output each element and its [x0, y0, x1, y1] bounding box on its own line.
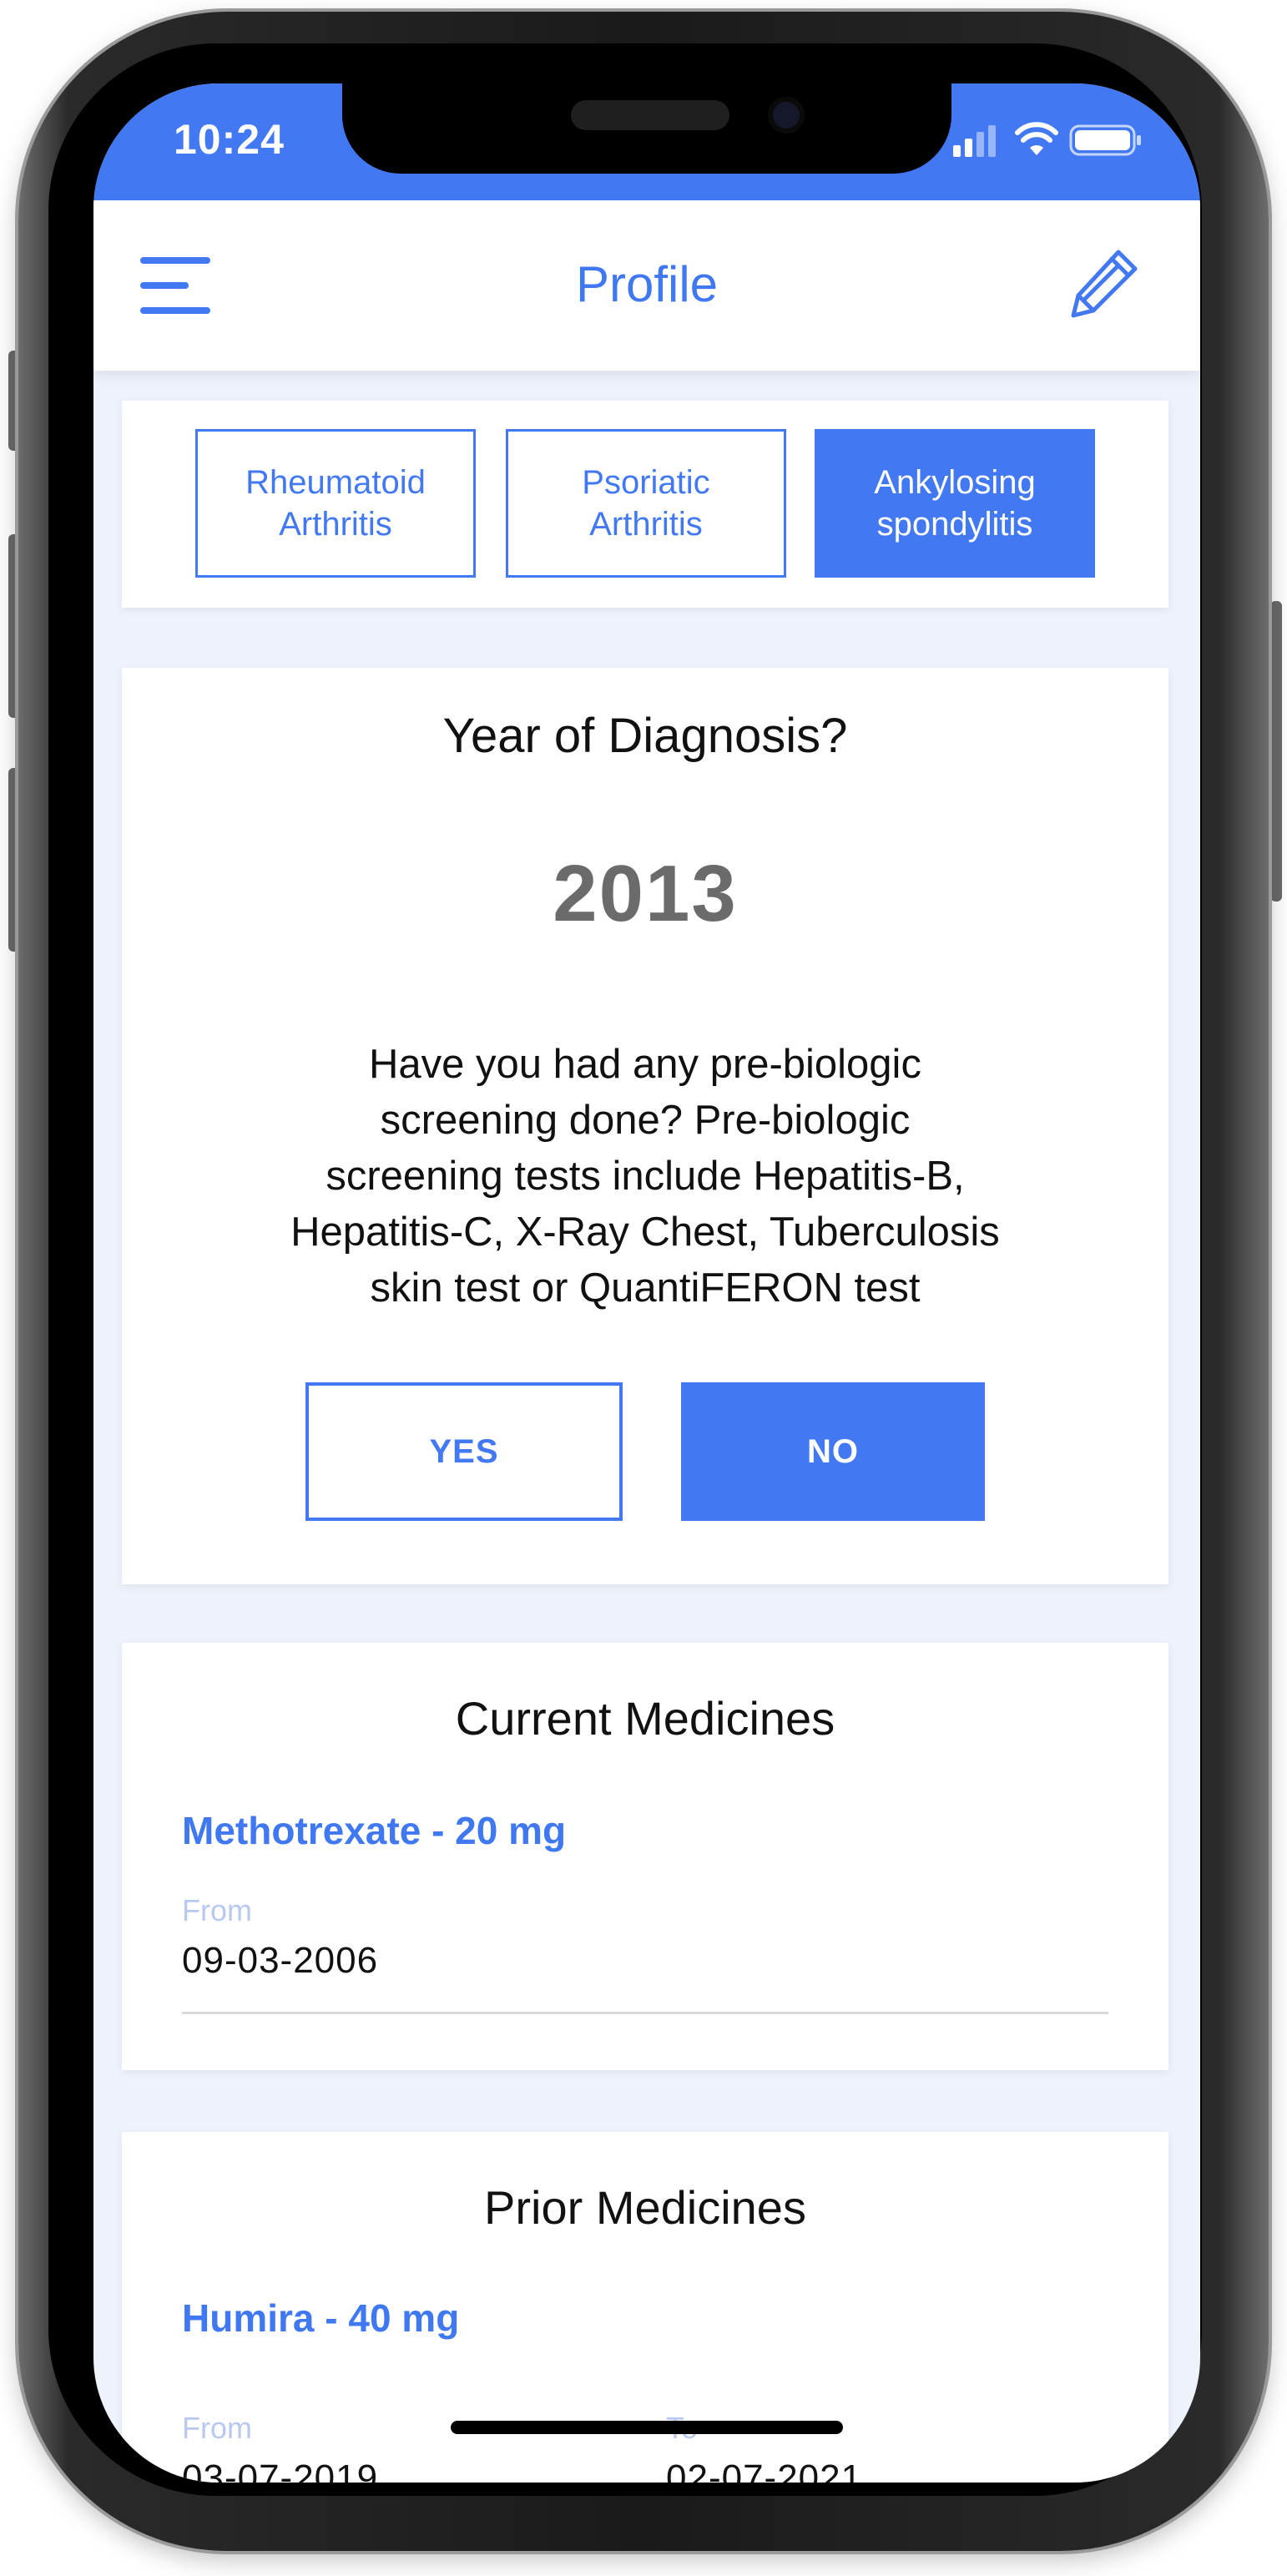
screening-question-line: Have you had any pre-biologic	[369, 1042, 921, 1087]
status-time: 10:24	[174, 116, 285, 163]
device-mockup: 10:24 Profile Rheumatoid Arthritis Psori…	[0, 0, 1287, 2576]
screening-question: Have you had any pre-biologic screening …	[180, 1037, 1110, 1316]
diagnosis-card: Year of Diagnosis? 2013 Have you had any…	[122, 668, 1168, 1584]
current-medicines-card: Current Medicines Methotrexate - 20 mg F…	[122, 1643, 1168, 2070]
condition-tab-label-line2: Arthritis	[279, 506, 392, 543]
prior-medicines-title: Prior Medicines	[484, 2181, 806, 2234]
current-medicines-title: Current Medicines	[455, 1692, 835, 1745]
battery-icon	[1069, 124, 1141, 156]
power-button	[1270, 601, 1282, 902]
condition-tab-label-line1: Psoriatic	[582, 464, 710, 501]
from-date: 09-03-2006	[182, 1940, 379, 1981]
year-of-diagnosis-label: Year of Diagnosis?	[442, 709, 848, 763]
screening-question-line: Hepatitis-C, X-Ray Chest, Tuberculosis	[290, 1210, 1000, 1255]
condition-tab-label-line1: Ankylosing	[874, 464, 1036, 501]
home-indicator[interactable]	[451, 2421, 843, 2434]
wifi-icon	[1015, 122, 1058, 155]
condition-selector-card: Rheumatoid Arthritis Psoriatic Arthritis…	[122, 401, 1168, 608]
earpiece-speaker	[571, 100, 729, 130]
app-screen: 10:24 Profile Rheumatoid Arthritis Psori…	[93, 83, 1200, 2483]
cellular-signal-icon	[953, 125, 996, 157]
from-label: From	[182, 2411, 252, 2445]
front-camera	[768, 97, 805, 134]
yes-button[interactable]: YES	[305, 1382, 623, 1521]
medicine-name[interactable]: Humira - 40 mg	[182, 2296, 459, 2341]
screening-question-line: skin test or QuantiFERON test	[370, 1265, 921, 1311]
condition-tab-label-line2: Arthritis	[589, 506, 703, 543]
pencil-icon[interactable]	[1068, 247, 1140, 319]
year-of-diagnosis-value[interactable]: 2013	[122, 848, 1168, 940]
no-button[interactable]: NO	[681, 1382, 985, 1521]
screening-question-line: screening tests include Hepatitis-B,	[326, 1154, 965, 1199]
from-date: 03-07-2019	[182, 2457, 379, 2483]
page-title: Profile	[575, 256, 719, 312]
medicine-divider	[182, 2012, 1108, 2014]
status-icons	[953, 122, 1141, 157]
condition-tab-psoriatic-arthritis[interactable]: Psoriatic Arthritis	[506, 429, 786, 578]
from-label: From	[182, 1893, 252, 1927]
screening-question-line: screening done? Pre-biologic	[380, 1098, 911, 1143]
app-header: Profile	[93, 200, 1200, 371]
to-date: 02-07-2021	[666, 2457, 863, 2483]
medicine-name[interactable]: Methotrexate - 20 mg	[182, 1808, 566, 1853]
scroll-content[interactable]: Rheumatoid Arthritis Psoriatic Arthritis…	[93, 371, 1200, 2483]
condition-tab-label-line1: Rheumatoid	[245, 464, 426, 501]
condition-tab-label-line2: spondylitis	[876, 506, 1033, 543]
condition-tab-rheumatoid-arthritis[interactable]: Rheumatoid Arthritis	[195, 429, 476, 578]
condition-tab-ankylosing-spondylitis[interactable]: Ankylosing spondylitis	[815, 429, 1095, 578]
